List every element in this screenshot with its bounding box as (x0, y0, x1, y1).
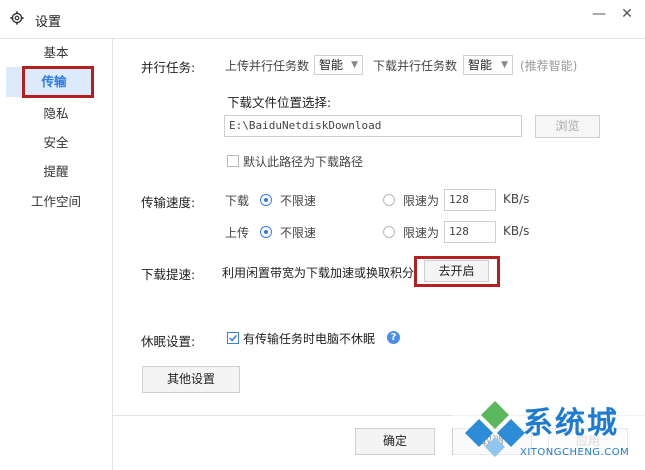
upload-limit-radio[interactable] (383, 226, 395, 238)
speed-label: 传输速度: (141, 195, 196, 210)
sidebar-item-basic[interactable]: 基本 (0, 40, 112, 66)
gear-icon (10, 11, 24, 25)
sidebar-item-reminder[interactable]: 提醒 (0, 159, 112, 185)
window-title: 设置 (35, 15, 62, 30)
download-speed-label: 下载 (225, 194, 250, 208)
sidebar-item-workspace[interactable]: 工作空间 (0, 189, 112, 215)
download-unlimited-radio[interactable] (260, 194, 272, 206)
upload-parallel-select[interactable]: 智能 ▼ (314, 55, 363, 75)
watermark-title: 系统城 (523, 406, 619, 441)
upload-limit-label: 限速为 (403, 226, 440, 240)
sidebar-item-privacy[interactable]: 隐私 (0, 101, 112, 127)
upload-speed-label: 上传 (225, 226, 250, 240)
ok-button[interactable]: 确定 (355, 428, 435, 455)
upload-unlimited-radio[interactable] (260, 226, 272, 238)
sidebar-item-security[interactable]: 安全 (0, 130, 112, 156)
upload-limit-unit: KB/s (503, 224, 530, 238)
title-bar (0, 0, 645, 38)
download-limit-radio[interactable] (383, 194, 395, 206)
upload-parallel-value: 智能 (319, 58, 344, 72)
other-settings-button[interactable]: 其他设置 (142, 366, 240, 393)
download-unlimited-label: 不限速 (280, 194, 317, 208)
help-icon[interactable]: ? (387, 331, 400, 344)
default-path-checkbox[interactable] (227, 155, 239, 167)
upload-parallel-label: 上传并行任务数 (225, 59, 310, 73)
chevron-down-icon: ▼ (351, 60, 358, 70)
download-limit-label: 限速为 (403, 194, 440, 208)
download-parallel-label: 下载并行任务数 (373, 59, 458, 73)
boost-label: 下载提速: (141, 267, 196, 282)
watermark-url: XITONGCHENG.COM (520, 447, 630, 458)
no-sleep-label: 有传输任务时电脑不休眠 (243, 332, 376, 346)
chevron-down-icon: ▼ (501, 60, 508, 70)
browse-button[interactable]: 浏览 (535, 115, 600, 138)
enable-boost-button[interactable]: 去开启 (424, 260, 489, 282)
download-parallel-value: 智能 (468, 58, 493, 72)
minimize-button[interactable]: — (588, 6, 610, 22)
no-sleep-checkbox[interactable] (227, 332, 239, 344)
download-location-label: 下载文件位置选择: (227, 95, 332, 110)
download-limit-input[interactable]: 128 (444, 189, 496, 211)
download-parallel-select[interactable]: 智能 ▼ (463, 55, 513, 75)
close-button[interactable]: ✕ (616, 6, 638, 22)
sidebar-item-transfer[interactable]: 传输 (0, 69, 110, 95)
download-limit-unit: KB/s (503, 192, 530, 206)
parallel-hint: (推荐智能) (520, 59, 578, 73)
download-path-input[interactable]: E:\BaiduNetdiskDownload (224, 115, 522, 137)
upload-unlimited-label: 不限速 (280, 226, 317, 240)
parallel-label: 并行任务: (141, 60, 196, 75)
check-icon (229, 335, 237, 342)
default-path-label: 默认此路径为下载路径 (243, 155, 364, 169)
sleep-label: 休眠设置: (141, 334, 196, 349)
upload-limit-input[interactable]: 128 (444, 221, 496, 243)
boost-description: 利用闲置带宽为下载加速或换取积分 (222, 266, 415, 280)
